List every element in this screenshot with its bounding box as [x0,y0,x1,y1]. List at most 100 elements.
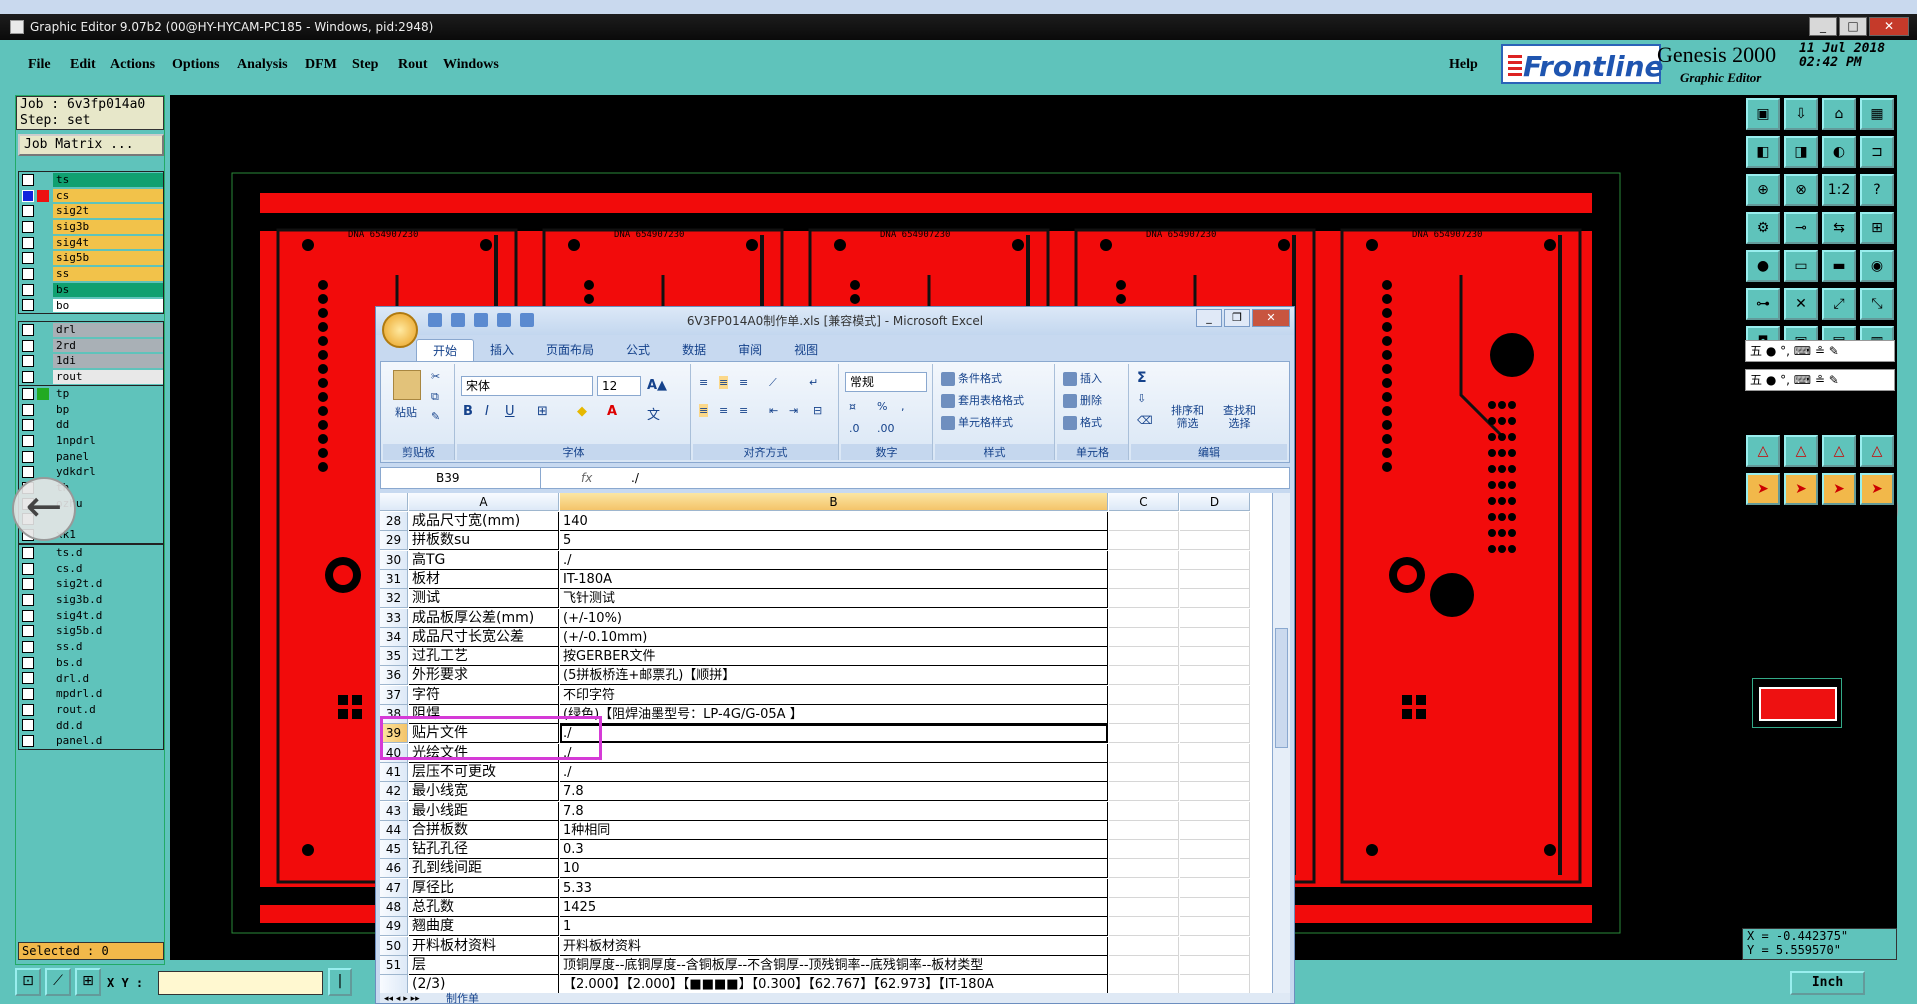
office-button[interactable] [382,312,418,348]
row-header[interactable]: 28 [380,512,408,531]
layer-row[interactable]: 1di [19,353,163,369]
menu-edit[interactable]: Edit [70,57,96,73]
cell-d[interactable] [1180,762,1250,782]
align-bottom-icon[interactable]: ≡ [739,376,748,389]
cell-c[interactable] [1109,782,1179,802]
layer-checkbox[interactable] [22,640,34,653]
cell-style-button[interactable]: 单元格样式 [941,414,1013,430]
layer-row[interactable]: bo [19,298,163,314]
layer-row[interactable]: 1npdrl [19,433,163,449]
row-header[interactable]: 30 [380,550,408,570]
wrap-text-icon[interactable]: ↵ [809,376,818,389]
ime-toolbar[interactable]: 五 ● °, ⌨ ≗ ✎ [1745,340,1895,362]
cell-b[interactable]: ./ [560,743,1108,763]
cell-b[interactable]: 顶铜厚度--底铜厚度--含铜板厚--不含铜厚--顶残铜率--底残铜率--板材类型 [560,955,1108,975]
ribbon-tab[interactable]: 插入 [474,339,530,361]
layer-row[interactable]: tp [19,386,163,402]
row-header[interactable]: 33 [380,608,408,628]
row-header[interactable]: 35 [380,647,408,667]
print-preview-icon[interactable] [497,313,511,327]
fit-icon[interactable]: ⊕ [1746,174,1780,206]
excel-minimize-button[interactable]: _ [1196,309,1222,327]
copy-icon[interactable]: ⧉ [431,390,439,404]
row-header[interactable]: 45 [380,840,408,860]
cell-c[interactable] [1109,569,1179,589]
cell-b[interactable]: 1 [560,917,1108,937]
cell-c[interactable] [1109,955,1179,975]
merge-center-icon[interactable]: ⊟ [813,404,822,417]
layer-row[interactable]: sig5b [19,250,163,266]
layer-checkbox[interactable] [22,466,34,479]
layer-checkbox[interactable] [22,450,34,463]
menu-analysis[interactable]: Analysis [237,57,288,73]
layer-checkbox[interactable] [22,355,34,368]
pointer-2-icon[interactable]: ➤ [1784,473,1818,505]
cell-a[interactable]: 钻孔孔径 [409,840,559,860]
cell-a[interactable]: 最小线距 [409,801,559,821]
cell-b[interactable]: 开料板材资料 [560,936,1108,956]
cell-a[interactable]: 孔到线间距 [409,859,559,879]
row-header[interactable]: 29 [380,531,408,551]
layer-checkbox[interactable] [22,609,34,622]
cell-a[interactable]: 翘曲度 [409,917,559,937]
pointer-1-icon[interactable]: ➤ [1746,473,1780,505]
column-header-d[interactable]: D [1180,493,1250,511]
layer-row[interactable]: sig4t [19,235,163,251]
ribbon-tab[interactable]: 审阅 [722,339,778,361]
layer-checkbox[interactable] [22,719,34,732]
layer-checkbox[interactable] [22,189,34,202]
row-header[interactable]: 48 [380,898,408,917]
layer-row[interactable]: dd [19,417,163,433]
cell-c[interactable] [1109,762,1179,782]
layer-row[interactable]: cs.d [19,561,163,577]
open-job-icon[interactable]: ▣ [1746,98,1780,130]
fill-color-icon[interactable]: ◆ [577,404,587,419]
cell-a[interactable]: (2/3) [409,975,559,993]
cell-c[interactable] [1109,531,1179,551]
layer-checkbox[interactable] [22,236,34,249]
underline-button[interactable]: U [505,404,515,419]
layer-checkbox[interactable] [22,299,34,312]
percent-button[interactable]: % [877,400,887,413]
conditional-format-button[interactable]: 条件格式 [941,370,1002,386]
cross-icon[interactable]: ✕ [1784,288,1818,320]
cell-d[interactable] [1180,666,1250,686]
circle-icon[interactable]: ◉ [1860,250,1894,282]
comma-icon[interactable]: , [901,400,905,413]
ime-toolbar-2[interactable]: 五 ● °, ⌨ ≗ ✎ [1745,369,1895,391]
italic-button[interactable]: I [485,404,489,419]
measure-button[interactable]: ⟋ [45,968,71,996]
row-header[interactable]: 46 [380,859,408,879]
grow-font-icon[interactable]: A▲ [647,378,667,393]
layer-row[interactable]: 2rd [19,338,163,354]
font-color-icon[interactable]: A [607,404,617,419]
help-icon[interactable]: ? [1860,174,1894,206]
pointer-3-icon[interactable]: ➤ [1822,473,1856,505]
cell-a[interactable]: 厚径比 [409,878,559,898]
cell-d[interactable] [1180,955,1250,975]
name-box[interactable]: B39 [381,468,541,488]
cell-c[interactable] [1109,801,1179,821]
zoom-out-icon[interactable]: ◨ [1784,136,1818,168]
layer-checkbox[interactable] [22,625,34,638]
cell-c[interactable] [1109,743,1179,763]
cell-a[interactable]: 高TG [409,550,559,570]
font-size-select[interactable]: 12 [597,376,641,396]
layer-row[interactable]: dd.d [19,718,163,734]
cell-a[interactable]: 层 [409,955,559,975]
layer-row[interactable]: cs [19,188,163,204]
cell-c[interactable] [1109,589,1179,609]
undo-icon[interactable] [451,313,465,327]
cell-c[interactable] [1109,936,1179,956]
layer-row[interactable]: panel [19,449,163,465]
cell-d[interactable] [1180,569,1250,589]
cell-b[interactable]: 飞针测试 [560,589,1108,609]
cell-a[interactable]: 测试 [409,589,559,609]
window-icon[interactable]: ▦ [1860,98,1894,130]
cell-a[interactable]: 字符 [409,685,559,705]
cell-c[interactable] [1109,820,1179,840]
layer-row[interactable]: sig4t.d [19,608,163,624]
layer-row[interactable]: bp [19,402,163,418]
cell-d[interactable] [1180,589,1250,609]
row-header[interactable] [380,975,408,993]
